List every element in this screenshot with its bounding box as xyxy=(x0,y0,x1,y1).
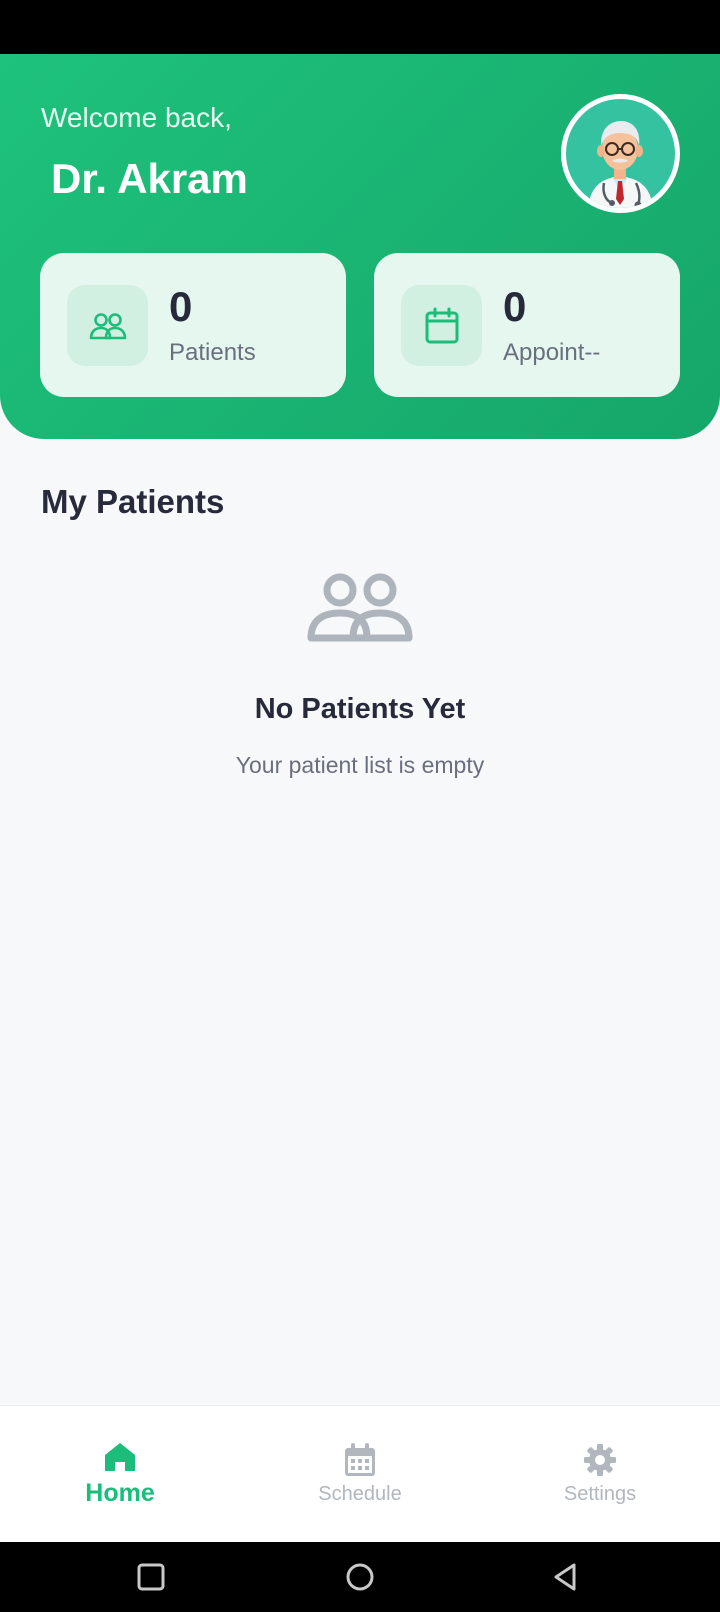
people-icon xyxy=(305,572,415,642)
recent-apps-icon[interactable] xyxy=(133,1559,169,1595)
patients-label: Patients xyxy=(169,339,256,366)
nav-settings[interactable]: Settings xyxy=(480,1406,720,1543)
nav-settings-label: Settings xyxy=(563,1483,637,1505)
doctor-name: Dr. Akram xyxy=(51,155,248,202)
appointments-label: Appoint-- xyxy=(503,339,601,366)
nav-home-label: Home xyxy=(85,1479,155,1507)
appointments-count: 0 xyxy=(503,283,527,330)
avatar[interactable] xyxy=(561,94,680,213)
nav-home[interactable]: Home xyxy=(0,1406,240,1543)
home-icon xyxy=(105,1443,135,1471)
nav-schedule-label: Schedule xyxy=(318,1483,402,1505)
bottom-nav: Home Schedule Settings xyxy=(0,1405,720,1542)
section-title: My Patients xyxy=(41,483,225,520)
calendar-icon xyxy=(401,285,482,366)
people-icon xyxy=(67,285,148,366)
back-icon[interactable] xyxy=(548,1559,584,1595)
patients-count: 0 xyxy=(169,283,193,330)
empty-state-title: No Patients Yet xyxy=(254,693,466,725)
gear-icon xyxy=(584,1444,616,1476)
header: Welcome back, Dr. Akram 0 Patients 0 App… xyxy=(0,54,720,439)
appointments-stat-card[interactable]: 0 Appoint-- xyxy=(374,253,680,397)
doctor-avatar-icon xyxy=(566,99,675,208)
empty-state-subtitle: Your patient list is empty xyxy=(235,752,485,778)
patients-stat-card[interactable]: 0 Patients xyxy=(40,253,346,397)
welcome-text: Welcome back, xyxy=(41,102,232,133)
system-nav-bar xyxy=(0,1542,720,1612)
home-circle-icon[interactable] xyxy=(342,1559,378,1595)
nav-schedule[interactable]: Schedule xyxy=(240,1406,480,1543)
calendar-icon xyxy=(345,1443,375,1476)
status-bar xyxy=(0,0,720,54)
